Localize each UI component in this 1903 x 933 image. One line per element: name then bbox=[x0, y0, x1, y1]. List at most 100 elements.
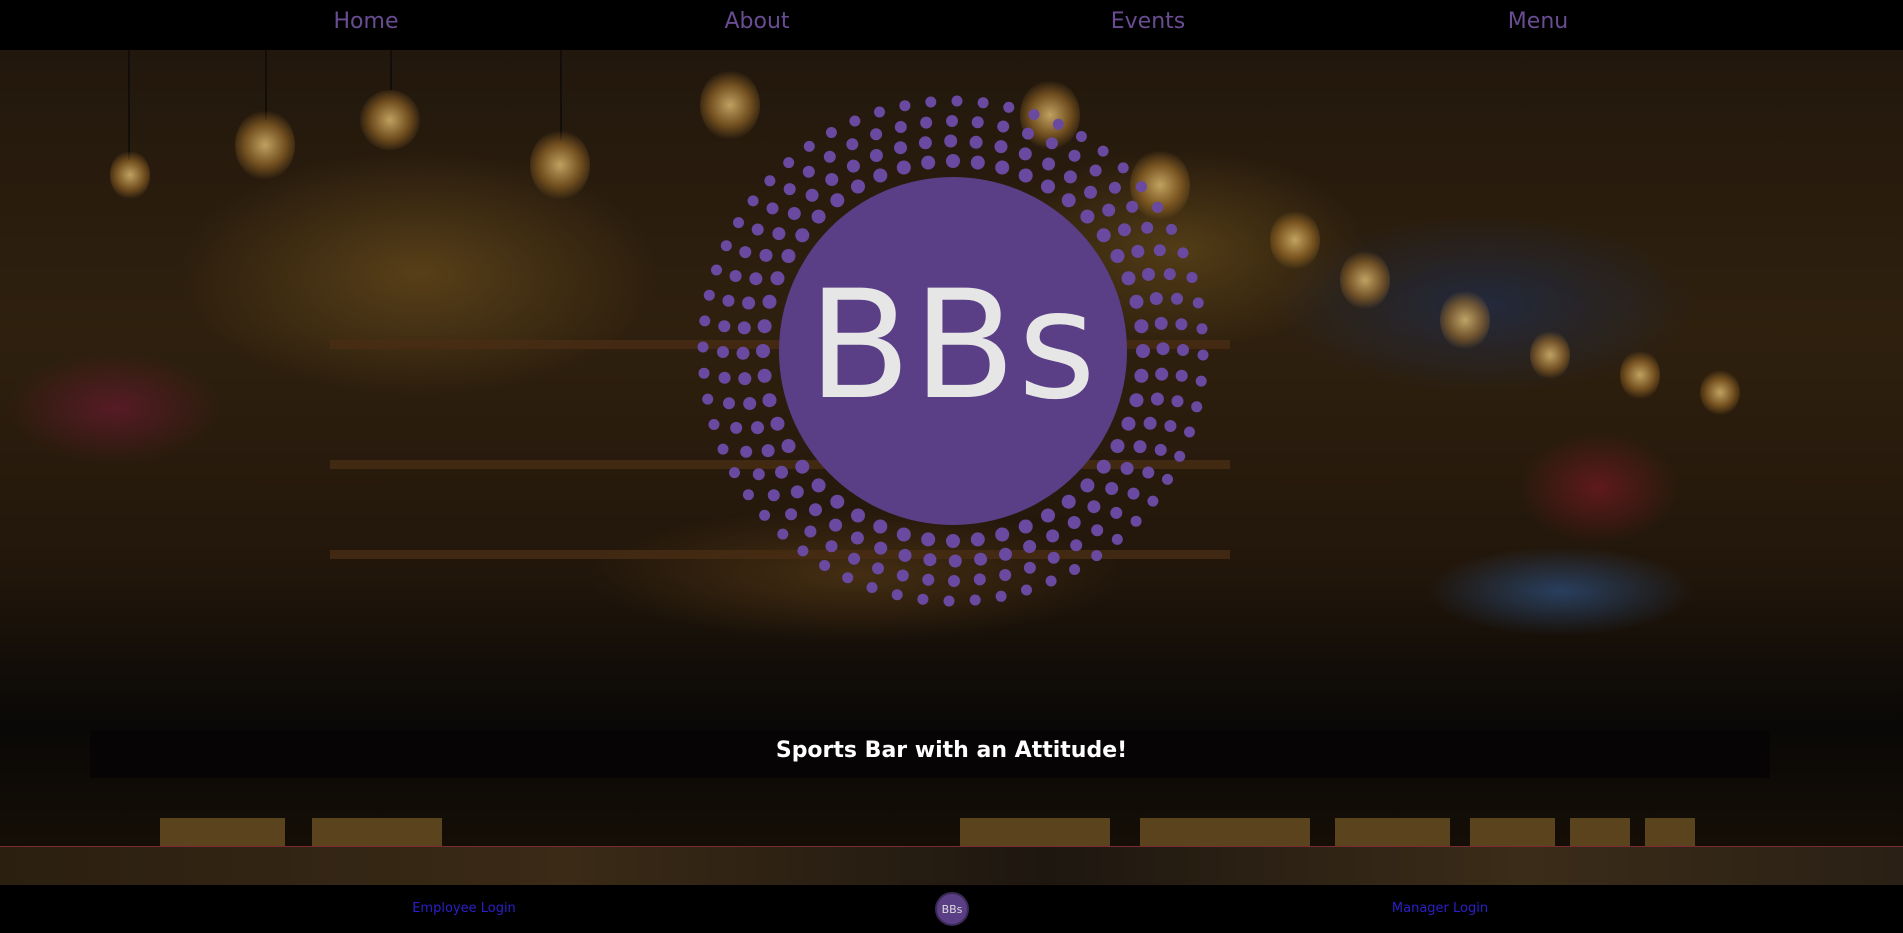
logo-dot bbox=[711, 264, 722, 276]
manager-login-link[interactable]: Manager Login bbox=[1392, 901, 1488, 916]
logo-dot bbox=[730, 421, 743, 434]
logo-dot bbox=[811, 209, 826, 224]
logo-dot bbox=[699, 315, 711, 327]
logo-dot bbox=[1154, 443, 1167, 456]
logo-dot bbox=[848, 552, 861, 565]
logo-dot bbox=[1126, 200, 1139, 213]
logo-dot bbox=[1110, 439, 1125, 453]
logo-dot bbox=[1075, 131, 1087, 142]
footer-logo-text: BBs bbox=[941, 902, 963, 916]
logo-circle: BBs bbox=[779, 177, 1127, 525]
logo-dot bbox=[920, 116, 933, 129]
logo-dot bbox=[977, 97, 989, 109]
logo-dot bbox=[811, 478, 826, 493]
logo-dot bbox=[999, 547, 1012, 561]
logo-dot bbox=[1134, 319, 1149, 334]
logo-dot bbox=[973, 573, 986, 586]
logo-dot bbox=[772, 227, 786, 241]
logo-dot bbox=[1080, 478, 1095, 493]
logo-dot bbox=[742, 489, 754, 501]
nav-about-link[interactable]: About bbox=[724, 9, 789, 34]
logo-dot bbox=[698, 367, 710, 379]
logo-dot bbox=[896, 527, 911, 542]
logo-dot bbox=[1135, 181, 1147, 193]
logo-dot bbox=[703, 289, 715, 301]
logo-dot bbox=[697, 341, 709, 353]
logo-dot bbox=[1175, 369, 1188, 382]
logo-dot bbox=[874, 106, 885, 118]
logo-dot bbox=[921, 532, 936, 547]
logo-dot bbox=[946, 154, 960, 168]
logo-dot bbox=[825, 173, 839, 186]
logo-dot bbox=[999, 569, 1012, 581]
logo-dot bbox=[918, 136, 932, 150]
logo-dot bbox=[740, 445, 753, 458]
logo-dot bbox=[759, 248, 773, 262]
logo-dot bbox=[946, 534, 960, 548]
logo-dot bbox=[1121, 271, 1136, 286]
logo-dot bbox=[1130, 515, 1142, 527]
logo-dot bbox=[1121, 416, 1136, 431]
logo-dot bbox=[948, 575, 960, 587]
logo-dot bbox=[1096, 459, 1111, 474]
logo-dot bbox=[1041, 508, 1055, 523]
logo-dot bbox=[1003, 101, 1015, 113]
nav-home-link[interactable]: Home bbox=[334, 9, 399, 34]
logo-dot bbox=[1047, 551, 1060, 564]
logo-dot bbox=[1129, 393, 1144, 408]
logo-dot bbox=[1150, 392, 1164, 406]
logo-dot bbox=[770, 416, 785, 431]
logo-dot bbox=[733, 217, 744, 229]
logo-dot bbox=[1147, 495, 1159, 507]
logo-dot bbox=[757, 319, 772, 334]
logo-dot bbox=[1096, 228, 1111, 243]
footer: Employee Login BBs Manager Login bbox=[0, 885, 1903, 933]
logo-dot bbox=[783, 183, 796, 196]
logo-dot bbox=[944, 134, 958, 148]
logo-dot bbox=[1164, 420, 1177, 432]
nav-events-link[interactable]: Events bbox=[1111, 9, 1186, 34]
logo-dot bbox=[1108, 181, 1121, 194]
logo-dot bbox=[1042, 157, 1056, 171]
logo-dot bbox=[1067, 516, 1081, 529]
logo-dot bbox=[1136, 344, 1150, 358]
logo-dot bbox=[891, 589, 903, 601]
logo-dot bbox=[718, 371, 731, 384]
footer-logo[interactable]: BBs bbox=[935, 892, 969, 926]
logo-dot bbox=[995, 590, 1007, 602]
logo-dot bbox=[994, 140, 1008, 154]
logo-dot bbox=[830, 193, 845, 208]
logo-dot bbox=[751, 223, 764, 236]
logo-dot bbox=[1186, 272, 1198, 283]
logo-dot bbox=[874, 541, 888, 555]
logo-dot bbox=[767, 489, 780, 502]
logo-dot bbox=[1021, 584, 1032, 596]
logo-dot bbox=[717, 346, 729, 358]
logo-dot bbox=[1091, 550, 1103, 562]
logo-dot bbox=[1141, 221, 1154, 234]
logo-dot bbox=[898, 548, 912, 562]
logo-dot bbox=[873, 519, 888, 534]
logo-dot bbox=[749, 272, 763, 286]
logo-dot bbox=[1184, 426, 1195, 438]
logo-dot bbox=[825, 540, 838, 553]
employee-login-link[interactable]: Employee Login bbox=[412, 901, 516, 916]
logo-dot bbox=[925, 96, 937, 108]
logo-dot bbox=[850, 531, 864, 545]
logo-dot bbox=[797, 545, 809, 557]
logo-dot bbox=[783, 157, 795, 169]
logo-dot bbox=[1097, 145, 1109, 157]
logo-dot bbox=[1143, 416, 1157, 430]
logo-dot bbox=[922, 573, 935, 586]
logo-dot bbox=[1068, 149, 1081, 162]
logo-dot bbox=[851, 508, 865, 523]
logo-dot bbox=[795, 459, 810, 474]
logo-dot bbox=[795, 228, 810, 243]
logo-dot bbox=[756, 344, 770, 358]
logo-dot bbox=[1131, 244, 1145, 258]
logo-dot bbox=[1118, 223, 1131, 237]
logo-dot bbox=[804, 525, 817, 538]
logo-dot bbox=[1045, 137, 1058, 150]
logo-dot bbox=[873, 168, 888, 183]
nav-menu-link[interactable]: Menu bbox=[1508, 9, 1568, 34]
